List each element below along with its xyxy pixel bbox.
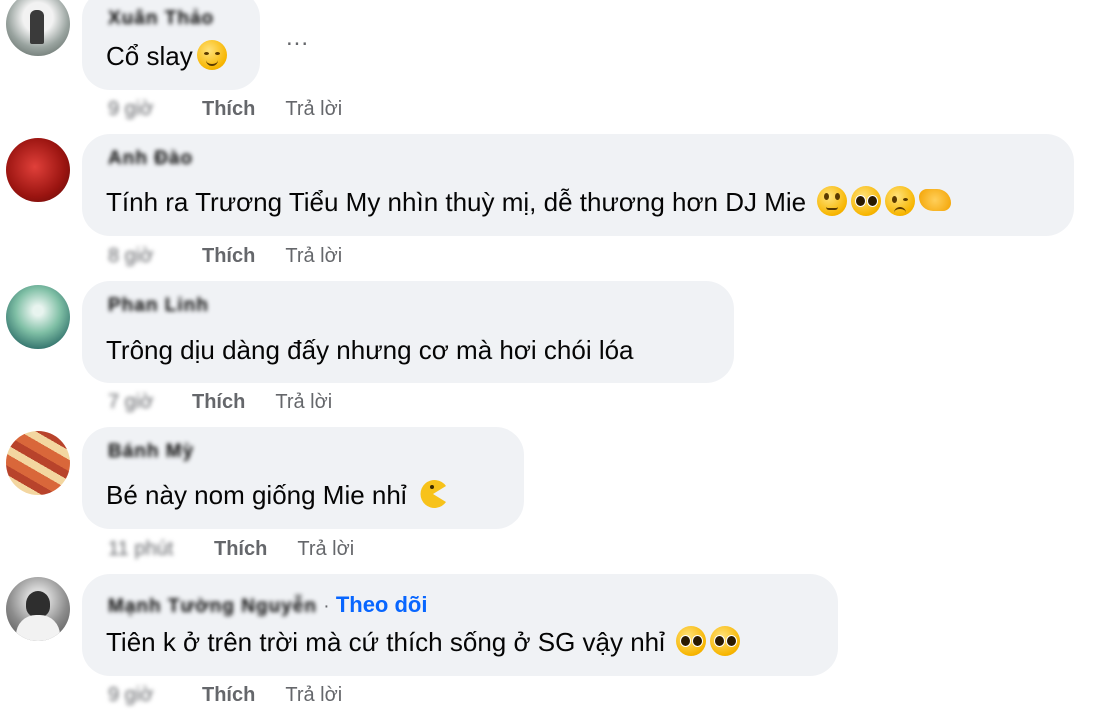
pleading-face-emoji-icon bbox=[676, 626, 707, 656]
avatar[interactable] bbox=[6, 0, 70, 56]
comment-time[interactable]: 7 giờ bbox=[108, 391, 158, 414]
comment-actions: 9 giờ Thích Trả lời bbox=[108, 684, 342, 707]
reply-button[interactable]: Trả lời bbox=[285, 98, 342, 120]
comment-text: Tính ra Trương Tiểu My nhìn thuỳ mị, dễ … bbox=[106, 186, 952, 218]
comment-bubble: Bánh Mỳ Bé này nom giống Mie nhỉ bbox=[82, 427, 524, 529]
rolling-eyes-emoji-icon bbox=[817, 186, 848, 216]
comment-text: Tiên k ở trên trời mà cứ thích sống ở SG… bbox=[106, 626, 741, 658]
pacman-emoji-icon bbox=[418, 479, 448, 509]
follow-separator: · bbox=[323, 596, 330, 617]
comment-actions: 7 giờ Thích Trả lời bbox=[108, 391, 332, 414]
avatar[interactable] bbox=[6, 577, 70, 641]
comment-author[interactable]: Mạnh Tường Nguyễn bbox=[108, 596, 317, 618]
comment-time[interactable]: 9 giờ bbox=[108, 98, 168, 121]
comment-text-content: Tính ra Trương Tiểu My nhìn thuỳ mị, dễ … bbox=[106, 187, 807, 217]
avatar[interactable] bbox=[6, 138, 70, 202]
follow-link[interactable]: Theo dõi bbox=[336, 592, 428, 617]
comment-actions: 11 phút Thích Trả lời bbox=[108, 538, 354, 561]
comment-time[interactable]: 9 giờ bbox=[108, 684, 168, 707]
more-options-button[interactable]: ... bbox=[286, 24, 309, 52]
handshake-emoji-icon bbox=[919, 189, 952, 211]
like-button[interactable]: Thích bbox=[202, 684, 255, 706]
comment-author[interactable]: Bánh Mỳ bbox=[108, 441, 194, 463]
reply-button[interactable]: Trả lời bbox=[285, 684, 342, 706]
comment-bubble: Phan Linh Trông dịu dàng đấy nhưng cơ mà… bbox=[82, 281, 734, 383]
like-button[interactable]: Thích bbox=[214, 538, 267, 560]
comment-text-content: Bé này nom giống Mie nhỉ bbox=[106, 480, 407, 510]
like-button[interactable]: Thích bbox=[202, 98, 255, 120]
reply-button[interactable]: Trả lời bbox=[275, 391, 332, 413]
pleading-face-emoji-icon bbox=[851, 186, 882, 216]
comment-actions: 8 giờ Thích Trả lời bbox=[108, 245, 342, 268]
comment-author[interactable]: Phan Linh bbox=[108, 295, 209, 317]
reply-button[interactable]: Trả lời bbox=[285, 245, 342, 267]
avatar[interactable] bbox=[6, 431, 70, 495]
reply-button[interactable]: Trả lời bbox=[297, 538, 354, 560]
pleading-face-emoji-icon bbox=[710, 626, 741, 656]
woozy-face-emoji-icon bbox=[885, 186, 916, 216]
comment-author[interactable]: Anh Đào bbox=[108, 148, 193, 170]
comment-time[interactable]: 11 phút bbox=[108, 538, 180, 561]
smiling-face-emoji-icon bbox=[196, 40, 227, 70]
comment-actions: 9 giờ Thích Trả lời bbox=[108, 98, 342, 121]
comment-text: Bé này nom giống Mie nhỉ bbox=[106, 479, 448, 511]
like-button[interactable]: Thích bbox=[192, 391, 245, 413]
comment-text: Cổ slay bbox=[106, 40, 227, 72]
comment-bubble: Anh Đào Tính ra Trương Tiểu My nhìn thuỳ… bbox=[82, 134, 1074, 236]
comment-time[interactable]: 8 giờ bbox=[108, 245, 168, 268]
comment-bubble: Mạnh Tường Nguyễn · Theo dõi Tiên k ở tr… bbox=[82, 574, 838, 676]
comment-text: Trông dịu dàng đấy nhưng cơ mà hơi chói … bbox=[106, 335, 634, 365]
like-button[interactable]: Thích bbox=[202, 245, 255, 267]
comment-bubble: Xuân Thảo Cổ slay bbox=[82, 0, 260, 90]
comment-text-content: Tiên k ở trên trời mà cứ thích sống ở SG… bbox=[106, 627, 665, 657]
comment-author[interactable]: Xuân Thảo bbox=[108, 8, 214, 30]
comment-text-content: Cổ slay bbox=[106, 41, 193, 71]
comment-author-row: Mạnh Tường Nguyễn · Theo dõi bbox=[108, 592, 427, 618]
avatar[interactable] bbox=[6, 285, 70, 349]
